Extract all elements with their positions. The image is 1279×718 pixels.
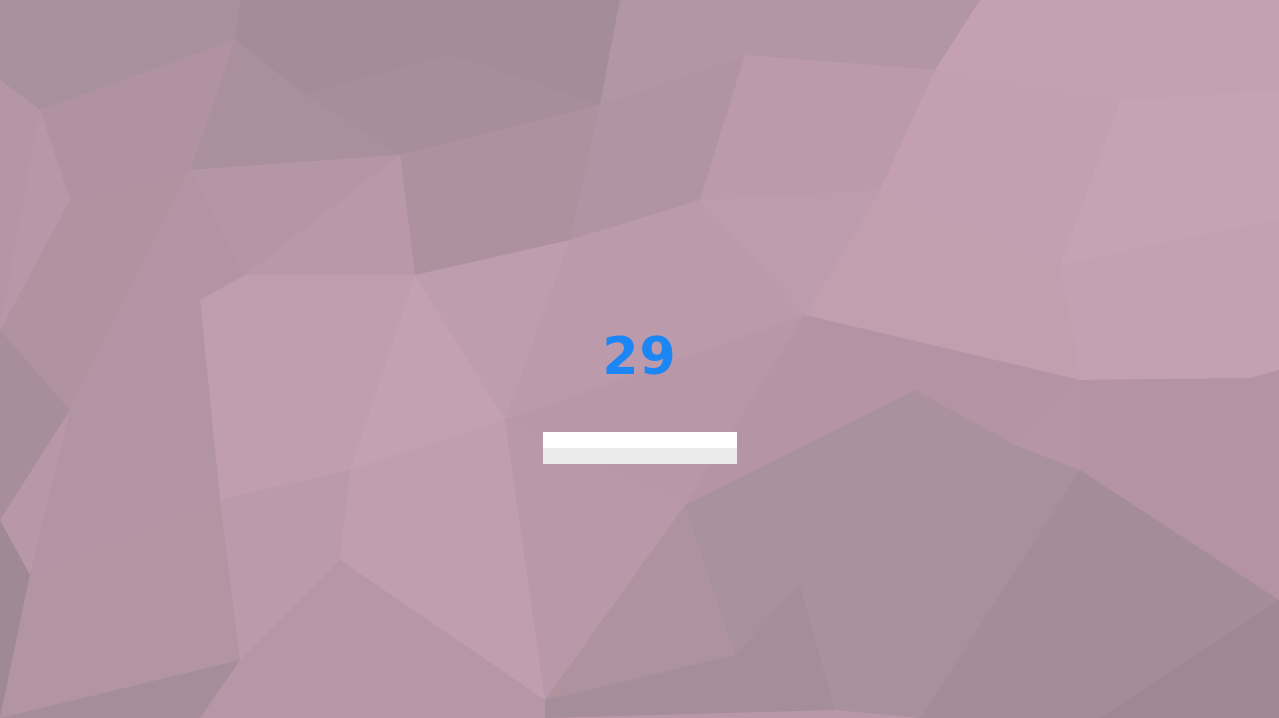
progress-bar-highlight [543, 432, 737, 448]
progress-bar [543, 432, 737, 464]
countdown-number: 29 [602, 327, 677, 387]
